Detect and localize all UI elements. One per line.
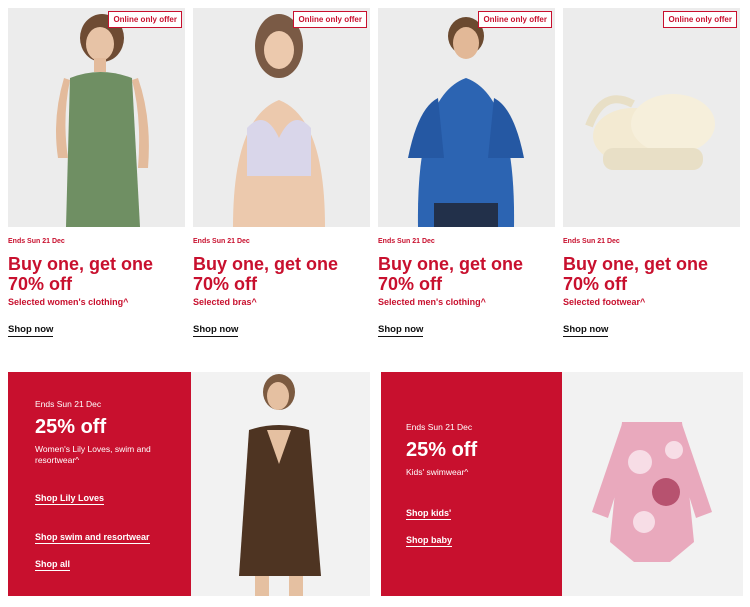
offer-subtitle: Selected women's clothing^ xyxy=(8,297,129,307)
online-only-badge: Online only offer xyxy=(108,11,182,28)
online-only-badge: Online only offer xyxy=(478,11,552,28)
woman-brown-dress-illustration xyxy=(191,372,370,596)
product-image-fluffy-sandals[interactable]: Online only offer xyxy=(563,8,740,227)
offer-end-date: Ends Sun 21 Dec xyxy=(193,238,250,245)
shop-lily-loves-link[interactable]: Shop Lily Loves xyxy=(35,493,105,505)
offer-headline: Buy one, get one 70% off xyxy=(193,254,339,294)
offer-subtitle: Selected men's clothing^ xyxy=(378,297,486,307)
promo-description: Kids' swimwear^ xyxy=(406,467,469,477)
offer-end-date: Ends Sun 21 Dec xyxy=(378,238,435,245)
shop-all-link[interactable]: Shop all xyxy=(35,559,71,571)
offer-end-date: Ends Sun 21 Dec xyxy=(8,238,65,245)
product-image-bra[interactable]: Online only offer xyxy=(193,8,370,227)
offer-subtitle: Selected footwear^ xyxy=(563,297,646,307)
shop-kids-link[interactable]: Shop kids' xyxy=(406,508,452,520)
offer-card-footwear[interactable]: Online only offer Ends Sun 21 Dec Buy on… xyxy=(563,8,740,337)
promo-image-floral-swimsuit[interactable] xyxy=(562,372,743,596)
promo-text-panel: Ends Sun 21 Dec 25% off Women's Lily Lov… xyxy=(8,372,191,596)
offer-card-womens[interactable]: Online only offer Ends Sun 21 Dec Buy on… xyxy=(8,8,185,337)
promo-headline: 25% off xyxy=(35,416,107,438)
online-only-badge: Online only offer xyxy=(663,11,737,28)
offer-headline: Buy one, get one 70% off xyxy=(378,254,524,294)
online-only-badge: Online only offer xyxy=(293,11,367,28)
product-image-womens-top[interactable]: Online only offer xyxy=(8,8,185,227)
floral-swimsuit-illustration xyxy=(562,372,743,596)
offer-headline: Buy one, get one 70% off xyxy=(563,254,709,294)
offer-headline: Buy one, get one 70% off xyxy=(8,254,154,294)
shop-baby-link[interactable]: Shop baby xyxy=(406,535,453,547)
promo-banner-lily-loves: Ends Sun 21 Dec 25% off Women's Lily Lov… xyxy=(8,372,370,596)
shop-now-link[interactable]: Shop now xyxy=(8,324,54,337)
promo-text-panel: Ends Sun 21 Dec 25% off Kids' swimwear^ … xyxy=(381,372,562,596)
fluffy-sandals-illustration xyxy=(563,8,740,227)
offer-card-bras[interactable]: Online only offer Ends Sun 21 Dec Buy on… xyxy=(193,8,370,337)
woman-green-top-illustration xyxy=(8,8,185,227)
offer-end-date: Ends Sun 21 Dec xyxy=(563,238,620,245)
man-blue-shirt-illustration xyxy=(378,8,555,227)
product-image-mens-shirt[interactable]: Online only offer xyxy=(378,8,555,227)
shop-swim-resortwear-link[interactable]: Shop swim and resortwear xyxy=(35,532,150,544)
promo-image-brown-dress[interactable] xyxy=(191,372,370,596)
promo-end-date: Ends Sun 21 Dec xyxy=(35,399,102,409)
shop-now-link[interactable]: Shop now xyxy=(378,324,424,337)
shop-now-link[interactable]: Shop now xyxy=(563,324,609,337)
promo-end-date: Ends Sun 21 Dec xyxy=(406,422,473,432)
offer-subtitle: Selected bras^ xyxy=(193,297,257,307)
offer-card-mens[interactable]: Online only offer Ends Sun 21 Dec Buy on… xyxy=(378,8,555,337)
promo-banner-kids-swimwear: Ends Sun 21 Dec 25% off Kids' swimwear^ … xyxy=(381,372,743,596)
shop-now-link[interactable]: Shop now xyxy=(193,324,239,337)
promo-headline: 25% off xyxy=(406,439,478,461)
woman-bra-illustration xyxy=(193,8,370,227)
promo-description: Women's Lily Loves, swim and resortwear^ xyxy=(35,444,151,465)
